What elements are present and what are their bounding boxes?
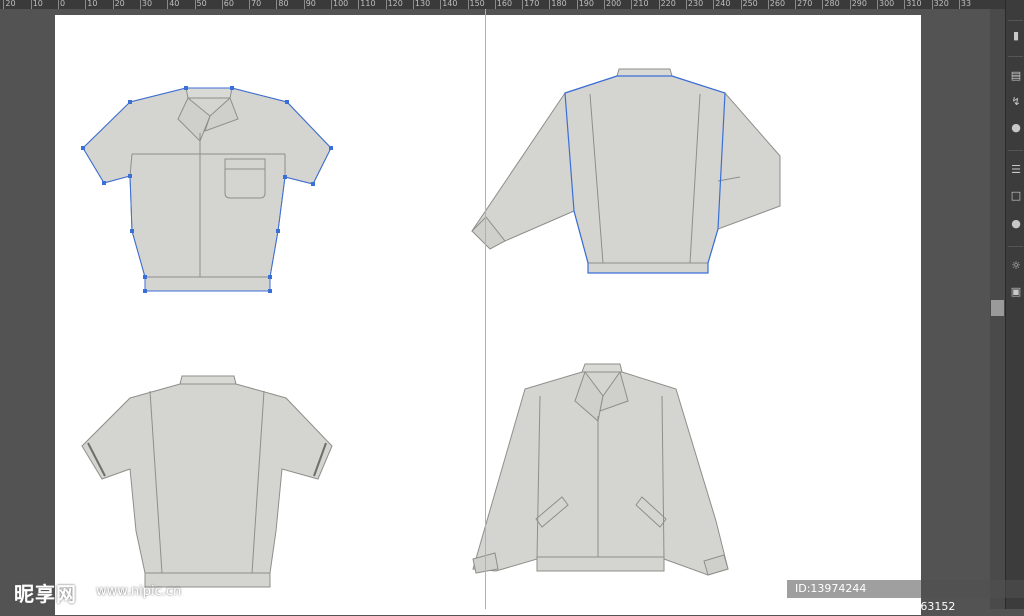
ruler-tick (276, 0, 278, 9)
ruler-tick-label: 280 (824, 0, 840, 8)
artboard-icon[interactable]: □ (1010, 190, 1022, 202)
ruler-tick (549, 0, 551, 9)
ruler-tick (958, 0, 960, 9)
ruler-tick (249, 0, 251, 9)
artwork (81, 68, 781, 588)
list-icon[interactable]: ☰ (1010, 164, 1022, 176)
ruler-tick-label: 310 (906, 0, 922, 8)
ruler-tick (849, 0, 851, 9)
ruler-tick (576, 0, 578, 9)
ruler-tick-label: 220 (660, 0, 676, 8)
ruler-tick (112, 0, 114, 9)
ruler-tick-label: 10 (87, 0, 98, 8)
ruler-tick (412, 0, 414, 9)
ruler-tick (877, 0, 878, 9)
brush-icon[interactable]: ▮ (1010, 30, 1022, 42)
scrollbar-thumb[interactable] (991, 300, 1004, 316)
ruler-tick (167, 0, 169, 9)
ruler-tick (331, 0, 332, 9)
ruler-tick (740, 0, 742, 9)
ruler-tick-label: 190 (578, 0, 594, 8)
ruler-tick (904, 0, 906, 9)
ruler-tick (358, 0, 360, 9)
ruler-tick-label: 110 (360, 0, 376, 8)
ruler-tick-label: 20 (114, 0, 125, 8)
watermark-url: www.nipic.cn (96, 584, 182, 599)
ruler-tick (440, 0, 442, 9)
ruler-tick-label: 80 (278, 0, 289, 8)
ruler-tick-label: 40 (169, 0, 180, 8)
ruler-tick (303, 0, 305, 9)
ruler-tick (221, 0, 223, 9)
horizontal-ruler[interactable]: 20 10 0 10 20 30 40 50 60 70 80 90 100 110 120 130 140 15… (0, 0, 1005, 9)
ruler-tick-label: 290 (851, 0, 867, 8)
ruler-tick (767, 0, 769, 9)
pen-icon[interactable]: ● (1010, 122, 1022, 134)
long-sleeve-jacket-front[interactable] (472, 363, 729, 576)
transform-icon[interactable]: ▣ (1010, 286, 1022, 298)
ruler-tick-label: 160 (496, 0, 513, 8)
panel-divider (1008, 20, 1023, 21)
ruler-tick (522, 0, 524, 9)
ruler-tick-label: 150 (469, 0, 485, 8)
ruler-tick (604, 0, 605, 9)
ruler-tick-label: 140 (442, 0, 458, 8)
ruler-tick-label: 50 (196, 0, 207, 8)
ruler-tick-label: 90 (305, 0, 316, 8)
watermark-id: ID:13974244 NO:20131018205409463152 (787, 580, 1024, 613)
ruler-tick (30, 0, 32, 9)
vertical-guide[interactable] (485, 9, 486, 609)
ruler-tick (931, 0, 933, 9)
ruler-tick (658, 0, 660, 9)
ruler-tick-label: 170 (524, 0, 540, 8)
ruler-tick (685, 0, 687, 9)
ruler-tick (713, 0, 715, 9)
panel-divider (1008, 150, 1023, 151)
long-sleeve-jacket-back[interactable] (471, 68, 781, 274)
ruler-tick (822, 0, 824, 9)
ruler-tick-label: 200 (606, 0, 622, 8)
ruler-tick (85, 0, 87, 9)
short-sleeve-shirt-front[interactable] (81, 86, 333, 293)
artboard[interactable] (55, 15, 921, 615)
ruler-tick-label: 130 (414, 0, 431, 8)
panel-divider (1008, 56, 1023, 57)
watermark-logo: 昵享网 (14, 582, 77, 606)
ruler-tick-label: 10 (32, 0, 43, 8)
ruler-tick (795, 0, 797, 9)
ruler-tick-label: 300 (879, 0, 895, 8)
ruler-tick-label: 250 (742, 0, 758, 8)
appearance-icon[interactable]: ☼ (1010, 260, 1022, 272)
ruler-tick-label: 260 (769, 0, 786, 8)
ruler-tick-label: 70 (251, 0, 262, 8)
ruler-tick-label: 20 (5, 0, 16, 8)
ruler-tick (467, 0, 469, 9)
ruler-tick (631, 0, 633, 9)
ruler-tick-label: 210 (633, 0, 649, 8)
ruler-tick-label: 0 (60, 0, 66, 8)
ruler-tick-label: 270 (797, 0, 813, 8)
ruler-tick (194, 0, 196, 9)
ruler-tick (494, 0, 496, 9)
ruler-tick-label: 30 (141, 0, 153, 8)
right-panel: ▮ ▤ ↯ ● ☰ □ ● ☼ ▣ (1005, 0, 1024, 609)
ruler-tick-label: 60 (223, 0, 234, 8)
ruler-tick (385, 0, 387, 9)
ruler-tick-label: 33 (960, 0, 972, 8)
ruler-tick-label: 240 (715, 0, 731, 8)
short-sleeve-shirt-back[interactable] (81, 375, 333, 588)
ruler-tick (139, 0, 141, 9)
circle-icon[interactable]: ● (1010, 218, 1022, 230)
ruler-tick-label: 180 (551, 0, 567, 8)
ruler-tick-label: 120 (387, 0, 403, 8)
ruler-tick (3, 0, 5, 9)
panel-divider (1008, 246, 1023, 247)
ruler-tick-label: 230 (687, 0, 704, 8)
ruler-tick-label: 100 (333, 0, 349, 8)
ruler-tick (58, 0, 59, 9)
layers-icon[interactable]: ▤ (1010, 70, 1022, 82)
link-icon[interactable]: ↯ (1010, 96, 1022, 108)
ruler-tick-label: 320 (933, 0, 949, 8)
